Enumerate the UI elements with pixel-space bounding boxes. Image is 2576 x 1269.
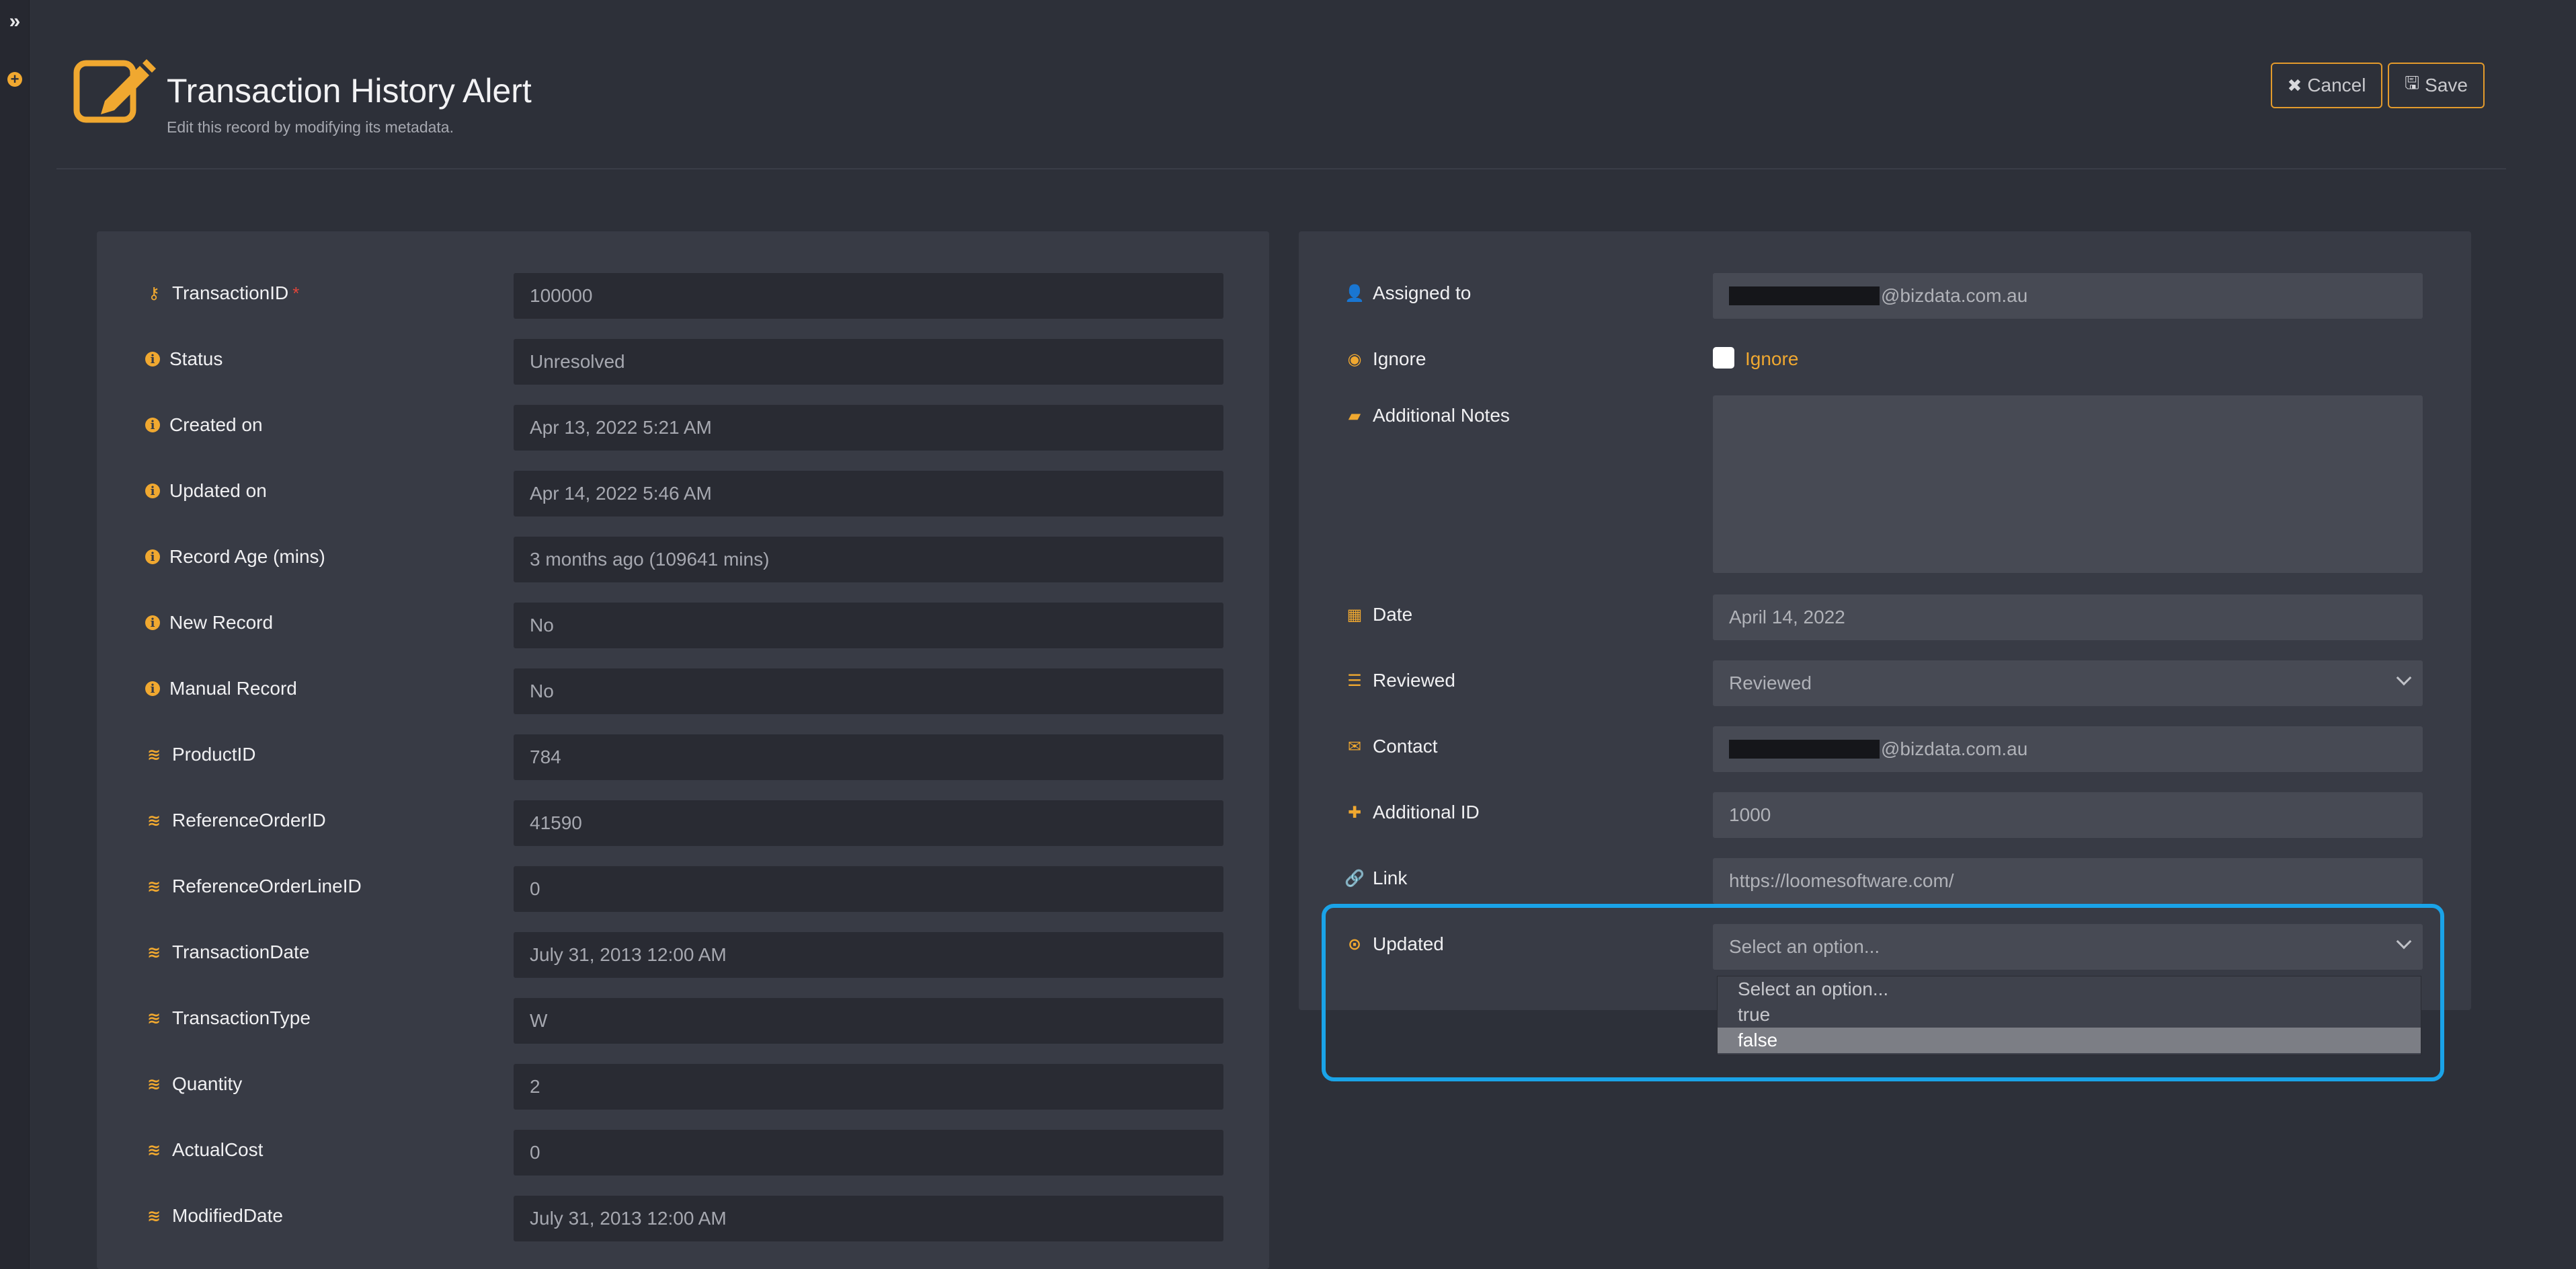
plus-icon: ✚ bbox=[1347, 803, 1362, 822]
info-icon: i bbox=[145, 418, 160, 432]
database-icon: ≋ bbox=[147, 1009, 161, 1028]
field-label: Contact bbox=[1373, 736, 1438, 757]
header-divider bbox=[56, 168, 2506, 169]
highlight-annotation-box bbox=[1322, 904, 2444, 1081]
database-icon: ≋ bbox=[147, 811, 161, 830]
redacted-text bbox=[1729, 740, 1880, 759]
expand-sidebar-icon[interactable]: » bbox=[5, 10, 24, 32]
manual-record-field[interactable]: No bbox=[514, 668, 1223, 714]
close-icon: ✖ bbox=[2287, 75, 2302, 95]
field-label: Updated on bbox=[169, 480, 267, 501]
floppy-disk-icon: 🖫 bbox=[2405, 73, 2420, 93]
cancel-button[interactable]: ✖ Cancel bbox=[2271, 63, 2382, 108]
field-label: Status bbox=[169, 348, 223, 369]
new-record-field[interactable]: No bbox=[514, 603, 1223, 648]
field-label: Assigned to bbox=[1373, 282, 1472, 303]
key-icon: ⚷ bbox=[148, 284, 160, 303]
referenceorderid-field[interactable]: 41590 bbox=[514, 800, 1223, 846]
save-button-label: Save bbox=[2425, 75, 2468, 95]
info-icon: i bbox=[145, 484, 160, 498]
transactionid-field[interactable]: 100000 bbox=[514, 273, 1223, 319]
actualcost-field[interactable]: 0 bbox=[514, 1130, 1223, 1176]
page-title: Transaction History Alert bbox=[167, 72, 532, 110]
info-icon: i bbox=[145, 352, 160, 367]
updated-on-field[interactable]: Apr 14, 2022 5:46 AM bbox=[514, 471, 1223, 516]
sticky-note-icon: ▰ bbox=[1348, 406, 1361, 425]
date-field[interactable]: April 14, 2022 bbox=[1713, 594, 2423, 640]
eye-slash-icon: ◉ bbox=[1347, 350, 1362, 369]
cancel-button-label: Cancel bbox=[2307, 75, 2366, 95]
assigned-to-field[interactable]: @bizdata.com.au bbox=[1713, 273, 2423, 319]
add-circle-icon[interactable]: + bbox=[5, 70, 24, 89]
created-on-field[interactable]: Apr 13, 2022 5:21 AM bbox=[514, 405, 1223, 451]
field-label: Manual Record bbox=[169, 678, 297, 699]
contact-value: @bizdata.com.au bbox=[1881, 738, 2028, 759]
transactiondate-field[interactable]: July 31, 2013 12:00 AM bbox=[514, 932, 1223, 978]
database-icon: ≋ bbox=[147, 745, 161, 764]
redacted-text bbox=[1729, 286, 1880, 305]
productid-field[interactable]: 784 bbox=[514, 734, 1223, 780]
link-icon: 🔗 bbox=[1344, 869, 1365, 888]
field-label: Additional ID bbox=[1373, 802, 1480, 822]
field-label: New Record bbox=[169, 612, 274, 633]
field-label: Record Age (mins) bbox=[169, 546, 325, 567]
field-label: Additional Notes bbox=[1373, 405, 1510, 426]
database-icon: ≋ bbox=[147, 877, 161, 896]
referenceorderlineid-field[interactable]: 0 bbox=[514, 866, 1223, 912]
info-icon: i bbox=[145, 549, 160, 564]
additional-id-field[interactable]: 1000 bbox=[1713, 792, 2423, 838]
field-label: Link bbox=[1373, 868, 1408, 888]
modifieddate-field[interactable]: July 31, 2013 12:00 AM bbox=[514, 1196, 1223, 1241]
list-icon: ☰ bbox=[1347, 671, 1362, 690]
field-label: TransactionType bbox=[172, 1007, 311, 1028]
envelope-icon: ✉ bbox=[1347, 737, 1362, 756]
save-button[interactable]: 🖫 Save bbox=[2388, 63, 2485, 108]
page-subtitle: Edit this record by modifying its metada… bbox=[167, 118, 454, 136]
edit-record-icon bbox=[73, 59, 156, 123]
calendar-icon: ▦ bbox=[1346, 605, 1363, 624]
reviewed-selected-value: Reviewed bbox=[1729, 672, 1812, 693]
required-marker: * bbox=[292, 282, 300, 303]
assigned-to-value: @bizdata.com.au bbox=[1881, 285, 2028, 306]
additional-notes-textarea[interactable] bbox=[1713, 395, 2423, 573]
chevron-down-icon bbox=[2396, 670, 2412, 686]
contact-field[interactable]: @bizdata.com.au bbox=[1713, 726, 2423, 772]
link-field[interactable]: https://loomesoftware.com/ bbox=[1713, 858, 2423, 904]
field-label: ModifiedDate bbox=[172, 1205, 283, 1226]
field-label: TransactionID bbox=[172, 282, 289, 303]
field-label: ReferenceOrderID bbox=[172, 810, 326, 831]
database-icon: ≋ bbox=[147, 1075, 161, 1093]
database-icon: ≋ bbox=[147, 1141, 161, 1159]
database-icon: ≋ bbox=[147, 1206, 161, 1225]
assignment-panel: 👤 Assigned to @bizdata.com.au ◉ Ignore I… bbox=[1299, 231, 2471, 1010]
status-field[interactable]: Unresolved bbox=[514, 339, 1223, 385]
field-label: ReferenceOrderLineID bbox=[172, 876, 362, 896]
record-fields-panel: ⚷ TransactionID * 100000 i Status Unreso… bbox=[97, 231, 1269, 1269]
info-icon: i bbox=[145, 615, 160, 630]
field-label: ActualCost bbox=[172, 1139, 264, 1160]
user-icon: 👤 bbox=[1344, 284, 1365, 303]
ignore-checkbox[interactable] bbox=[1713, 347, 1734, 369]
field-label: TransactionDate bbox=[172, 941, 310, 962]
info-icon: i bbox=[145, 681, 160, 696]
database-icon: ≋ bbox=[147, 943, 161, 962]
quantity-field[interactable]: 2 bbox=[514, 1064, 1223, 1110]
field-label: Reviewed bbox=[1373, 670, 1455, 691]
field-label: Quantity bbox=[172, 1073, 243, 1094]
transactiontype-field[interactable]: W bbox=[514, 998, 1223, 1044]
reviewed-select[interactable]: Reviewed bbox=[1713, 660, 2423, 706]
field-label: Date bbox=[1373, 604, 1413, 625]
field-label: ProductID bbox=[172, 744, 256, 765]
record-age-field[interactable]: 3 months ago (109641 mins) bbox=[514, 537, 1223, 582]
field-label: Ignore bbox=[1373, 348, 1426, 369]
ignore-checkbox-label[interactable]: Ignore bbox=[1745, 348, 1798, 370]
field-label: Created on bbox=[169, 414, 263, 435]
side-rail: » + bbox=[0, 0, 30, 1269]
